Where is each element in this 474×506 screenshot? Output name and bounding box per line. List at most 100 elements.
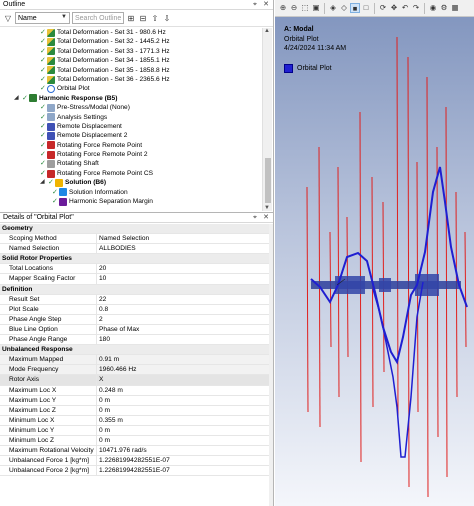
close-icon[interactable]: ✕ — [263, 0, 269, 10]
tree-item[interactable]: ◢ ✓ Solution (B6) — [0, 178, 262, 187]
close-icon[interactable]: ✕ — [263, 213, 269, 223]
tree-item[interactable]: ✓ Rotating Force Remote Point CS — [0, 169, 262, 178]
property-value[interactable]: ALLBODIES — [97, 244, 269, 253]
graphics-viewport[interactable]: ⊕ ⊖ ⬚ ▣ ◈ ◇ ■ □ ⟳ ✥ ↶ ↷ ◉ ⚙ ▦ A: Modal Orbital Plot 4/… — [275, 0, 474, 506]
property-value[interactable]: X — [97, 375, 269, 384]
details-scrollbar[interactable] — [269, 224, 273, 506]
details-row[interactable]: Maximum Loc Z0 m — [0, 405, 269, 416]
details-section-header[interactable]: Definition — [0, 284, 269, 295]
tree-item[interactable]: ✓ Total Deformation - Set 36 - 2365.6 Hz — [0, 75, 262, 84]
property-value[interactable]: 0 m — [97, 436, 269, 445]
scroll-up-icon[interactable]: ▲ — [264, 28, 270, 34]
details-row[interactable]: Minimum Loc Y0 m — [0, 425, 269, 436]
wireframe-icon[interactable]: ◇ — [339, 3, 349, 13]
details-row[interactable]: Maximum Mapped 0.91 m — [0, 355, 269, 366]
tree-item[interactable]: ✓ Orbital Plot — [0, 84, 262, 94]
property-value[interactable]: 0 m — [97, 406, 269, 415]
box-zoom-icon[interactable]: ▣ — [311, 3, 321, 13]
property-value[interactable]: 0.8 — [97, 305, 269, 314]
property-value[interactable]: 0.91 m — [97, 355, 269, 364]
details-section-header[interactable]: Unbalanced Response — [0, 345, 269, 356]
undo-icon[interactable]: ↶ — [400, 3, 410, 13]
tree-item[interactable]: ✓ Rotating Force Remote Point — [0, 141, 262, 150]
property-value[interactable]: 180 — [97, 335, 269, 344]
expander-icon[interactable]: ◢ — [14, 94, 22, 103]
details-row[interactable]: Unbalanced Force 2 [kg*m] 1.2268199428255… — [0, 466, 269, 477]
property-value[interactable]: 1.22681994282551E-07 — [97, 466, 269, 475]
details-row[interactable]: Named Selection ALLBODIES — [0, 244, 269, 255]
details-row[interactable]: Result Set 22 — [0, 294, 269, 305]
details-row[interactable]: Maximum Rotational Velocity 10471.976 rad… — [0, 446, 269, 457]
details-section-header[interactable]: Solid Rotor Properties — [0, 254, 269, 265]
edge-icon[interactable]: □ — [361, 3, 371, 13]
details-row[interactable]: Phase Angle Range 180 — [0, 335, 269, 346]
tree-item[interactable]: ✓ Total Deformation - Set 32 - 1445.2 Hz — [0, 37, 262, 47]
details-row[interactable]: Mode Frequency 1960.466 Hz — [0, 365, 269, 376]
property-value[interactable]: 0 m — [97, 426, 269, 435]
tree-item[interactable]: ✓ Pre-Stress/Modal (None) — [0, 103, 262, 112]
details-row[interactable]: Rotor Axis X — [0, 375, 269, 386]
details-row[interactable]: Minimum Loc X 0.355 m — [0, 415, 269, 426]
zoom-fit-icon[interactable]: ⬚ — [300, 3, 310, 13]
property-value[interactable]: 0.355 m — [97, 416, 269, 425]
details-row[interactable]: Mapper Scaling Factor 10 — [0, 274, 269, 285]
property-value[interactable]: Phase of Max — [97, 325, 269, 334]
property-value[interactable]: 1.22681994282551E-07 — [97, 456, 269, 465]
property-value[interactable]: 0.248 m — [97, 386, 269, 395]
settings-icon[interactable]: ⚙ — [439, 3, 449, 13]
tree-item[interactable]: ◢ ✓ Harmonic Response (B5) — [0, 94, 262, 103]
tree-item[interactable]: ✓ Total Deformation - Set 33 - 1771.3 Hz — [0, 47, 262, 56]
details-row[interactable]: Unbalanced Force 1 [kg*m] 1.2268199428255… — [0, 456, 269, 467]
details-row[interactable]: Scoping Method Named Selection — [0, 234, 269, 245]
scrollbar-thumb[interactable] — [265, 158, 271, 203]
details-row[interactable]: Maximum Loc Y0 m — [0, 395, 269, 406]
filter-icon[interactable]: ▽ — [3, 13, 13, 23]
property-value[interactable]: 1960.466 Hz — [97, 365, 269, 374]
tree-down-icon[interactable]: ⇩ — [162, 13, 172, 23]
pin-icon[interactable]: ⌖ — [253, 0, 257, 10]
tree-item[interactable]: ✓ Solution Information — [0, 188, 262, 197]
collapse-all-icon[interactable]: ⊟ — [138, 13, 148, 23]
property-value[interactable]: 2 — [97, 315, 269, 324]
tree-item[interactable]: ✓ Total Deformation - Set 34 - 1855.1 Hz — [0, 56, 262, 65]
tree-item[interactable]: ✓ Total Deformation - Set 31 - 980.6 Hz — [0, 28, 262, 37]
details-section-header[interactable]: Geometry — [0, 224, 269, 235]
tree-item[interactable]: ✓ Rotating Force Remote Point 2 — [0, 150, 262, 159]
outline-search-input[interactable]: Search Outline — [72, 12, 124, 24]
details-row[interactable]: Blue Line Option Phase of Max — [0, 324, 269, 336]
tree-item[interactable]: ✓ Remote Displacement 2 — [0, 131, 262, 140]
zoom-in-icon[interactable]: ⊕ — [278, 3, 288, 13]
tree-up-icon[interactable]: ⇧ — [150, 13, 160, 23]
property-value[interactable]: 0 m — [97, 396, 269, 405]
zoom-out-icon[interactable]: ⊖ — [289, 3, 299, 13]
tree-item[interactable]: ✓ Total Deformation - Set 35 - 1858.8 Hz — [0, 66, 262, 75]
solid-view-icon[interactable]: ■ — [350, 3, 360, 13]
tree-item[interactable]: ✓ Analysis Settings — [0, 113, 262, 122]
property-value[interactable]: 10 — [97, 274, 269, 283]
orbital-plot-canvas[interactable] — [275, 17, 474, 506]
scroll-down-icon[interactable]: ▼ — [264, 205, 270, 211]
details-row[interactable]: Phase Angle Step 2 — [0, 314, 269, 325]
details-row[interactable]: Minimum Loc Z0 m — [0, 435, 269, 447]
property-value[interactable]: 22 — [97, 295, 269, 304]
details-row[interactable]: Plot Scale 0.8 — [0, 304, 269, 315]
camera-icon[interactable]: ◉ — [428, 3, 438, 13]
tree-item[interactable]: ✓ Harmonic Separation Margin — [0, 197, 262, 206]
details-row[interactable]: Total Locations 20 — [0, 264, 269, 275]
tree-item[interactable]: ✓ Rotating Shaft — [0, 159, 262, 169]
outline-scrollbar[interactable]: ▲ ▼ — [262, 28, 272, 211]
tree-item[interactable]: ✓ Remote Displacement — [0, 122, 262, 131]
rotate-icon[interactable]: ⟳ — [378, 3, 388, 13]
view-icon[interactable]: ◈ — [328, 3, 338, 13]
expander-icon[interactable]: ◢ — [40, 178, 48, 187]
details-row[interactable]: Maximum Loc X 0.248 m — [0, 385, 269, 396]
expand-all-icon[interactable]: ⊞ — [126, 13, 136, 23]
property-value[interactable]: 20 — [97, 264, 269, 273]
outline-filter-dropdown[interactable]: Name ▼ — [15, 12, 70, 24]
grid-icon[interactable]: ▦ — [450, 3, 460, 13]
property-value[interactable]: Named Selection — [97, 234, 269, 243]
property-value[interactable]: 10471.976 rad/s — [97, 446, 269, 455]
redo-icon[interactable]: ↷ — [411, 3, 421, 13]
pan-icon[interactable]: ✥ — [389, 3, 399, 13]
pin-icon[interactable]: ⌖ — [253, 213, 257, 223]
